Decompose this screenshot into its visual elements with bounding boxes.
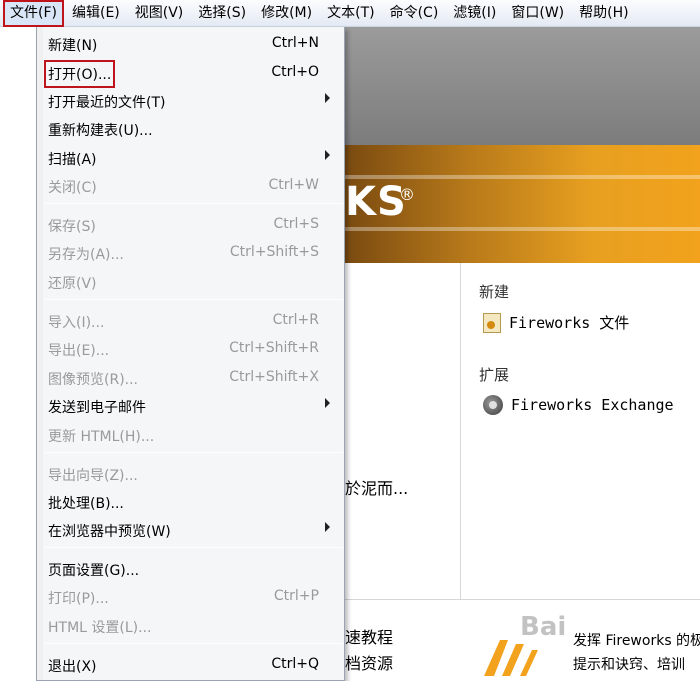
menu-item-save: 保存(S) Ctrl+S bbox=[37, 212, 344, 236]
menu-item-scan-label: 扫描(A) bbox=[48, 152, 97, 168]
menu-item-open-label: 打开(O)... bbox=[43, 60, 116, 88]
menu-item-export: 导出(E)... Ctrl+Shift+R bbox=[37, 336, 344, 360]
menu-item-save-shortcut: Ctrl+S bbox=[273, 216, 319, 232]
menu-window[interactable]: 窗口(W) bbox=[511, 0, 564, 27]
menu-item-page-setup[interactable]: 页面设置(G)... bbox=[37, 556, 344, 580]
menu-item-open-shortcut: Ctrl+O bbox=[271, 64, 319, 80]
menu-item-send-email-label: 发送到电子邮件 bbox=[48, 400, 146, 416]
menu-modify[interactable]: 修改(M) bbox=[261, 0, 312, 27]
exchange-icon bbox=[483, 395, 503, 415]
resources-link[interactable]: 档资源 bbox=[345, 650, 393, 674]
submenu-arrow-icon bbox=[325, 398, 330, 408]
menu-item-close-shortcut: Ctrl+W bbox=[268, 177, 319, 193]
menu-item-revert-label: 还原(V) bbox=[48, 276, 97, 292]
menu-item-save-as-label: 另存为(A)... bbox=[48, 247, 124, 263]
new-heading: 新建 bbox=[479, 283, 510, 301]
new-fireworks-file-link[interactable]: Fireworks 文件 bbox=[483, 312, 629, 333]
menu-item-print-shortcut: Ctrl+P bbox=[273, 588, 319, 604]
menu-text[interactable]: 文本(T) bbox=[327, 0, 374, 27]
menu-item-save-label: 保存(S) bbox=[48, 219, 96, 235]
menu-item-batch-process[interactable]: 批处理(B)... bbox=[37, 489, 344, 513]
menu-item-export-wizard-label: 导出向导(Z)... bbox=[48, 468, 138, 484]
watermark: Bai bbox=[520, 612, 567, 642]
menu-item-export-label: 导出(E)... bbox=[48, 343, 110, 359]
menu-commands[interactable]: 命令(C) bbox=[390, 0, 439, 27]
menu-item-rebuild-table-label: 重新构建表(U)... bbox=[48, 123, 153, 139]
menu-item-image-preview-label: 图像预览(R)... bbox=[48, 372, 139, 388]
menu-view[interactable]: 视图(V) bbox=[135, 0, 184, 27]
menu-item-exit[interactable]: 退出(X) Ctrl+Q bbox=[37, 652, 344, 676]
menu-item-open-recent-label: 打开最近的文件(T) bbox=[48, 95, 166, 111]
registered-mark: ® bbox=[399, 185, 415, 204]
menu-item-image-preview-shortcut: Ctrl+Shift+X bbox=[229, 369, 319, 385]
menu-item-save-as: 另存为(A)... Ctrl+Shift+S bbox=[37, 240, 344, 264]
start-page-header bbox=[345, 27, 700, 145]
menu-item-preview-in-browser-label: 在浏览器中预览(W) bbox=[48, 524, 171, 540]
new-fireworks-file-label: Fireworks 文件 bbox=[509, 314, 630, 332]
menu-item-import: 导入(I)... Ctrl+R bbox=[37, 308, 344, 332]
start-page: KS ® 新建 Fireworks 文件 扩展 Fireworks Exchan… bbox=[345, 27, 700, 681]
menu-item-batch-process-label: 批处理(B)... bbox=[48, 496, 124, 512]
column-divider bbox=[460, 263, 461, 603]
menu-item-open-recent[interactable]: 打开最近的文件(T) bbox=[37, 88, 344, 112]
submenu-arrow-icon bbox=[325, 522, 330, 532]
menu-item-revert: 还原(V) bbox=[37, 269, 344, 293]
menu-help[interactable]: 帮助(H) bbox=[579, 0, 628, 27]
tips-text-line-2: 提示和诀窍、培训 bbox=[573, 657, 685, 673]
menu-item-exit-shortcut: Ctrl+Q bbox=[271, 656, 319, 672]
menu-edit[interactable]: 编辑(E) bbox=[72, 0, 120, 27]
menu-item-new-shortcut: Ctrl+N bbox=[271, 35, 319, 51]
mid-text: 於泥而... bbox=[345, 479, 409, 498]
menu-item-open[interactable]: 打开(O)... Ctrl+O bbox=[37, 60, 344, 88]
menu-separator bbox=[45, 203, 343, 204]
menu-separator bbox=[45, 299, 343, 300]
menu-item-export-shortcut: Ctrl+Shift+R bbox=[229, 340, 319, 356]
fireworks-exchange-link[interactable]: Fireworks Exchange bbox=[483, 395, 674, 415]
menu-item-close: 关闭(C) Ctrl+W bbox=[37, 173, 344, 197]
menu-item-import-shortcut: Ctrl+R bbox=[272, 312, 319, 328]
menu-separator bbox=[45, 547, 343, 548]
tutorials-link[interactable]: 速教程 bbox=[345, 624, 393, 648]
menu-separator bbox=[45, 643, 343, 644]
menu-item-export-wizard: 导出向导(Z)... bbox=[37, 461, 344, 485]
product-logo-text: KS bbox=[345, 179, 407, 225]
menu-separator bbox=[45, 452, 343, 453]
menu-item-send-email[interactable]: 发送到电子邮件 bbox=[37, 393, 344, 417]
fireworks-exchange-label: Fireworks Exchange bbox=[511, 396, 674, 414]
menu-filters[interactable]: 滤镜(I) bbox=[453, 0, 496, 27]
menu-item-save-as-shortcut: Ctrl+Shift+S bbox=[229, 244, 319, 260]
menu-item-import-label: 导入(I)... bbox=[48, 315, 105, 331]
menu-bar: 文件(F) 编辑(E) 视图(V) 选择(S) 修改(M) 文本(T) 命令(C… bbox=[0, 0, 700, 27]
menu-item-update-html-label: 更新 HTML(H)... bbox=[48, 429, 155, 445]
menu-item-exit-label: 退出(X) bbox=[48, 659, 97, 675]
menu-file[interactable]: 文件(F) bbox=[3, 0, 64, 27]
extend-heading: 扩展 bbox=[479, 366, 510, 384]
menu-item-page-setup-label: 页面设置(G)... bbox=[48, 563, 140, 579]
submenu-arrow-icon bbox=[325, 150, 330, 160]
menu-item-html-setup-label: HTML 设置(L)... bbox=[48, 620, 152, 636]
menu-item-image-preview: 图像预览(R)... Ctrl+Shift+X bbox=[37, 365, 344, 389]
menu-item-rebuild-table[interactable]: 重新构建表(U)... bbox=[37, 116, 344, 140]
start-page-banner: KS ® bbox=[345, 145, 700, 263]
menu-item-print: 打印(P)... Ctrl+P bbox=[37, 584, 344, 608]
menu-item-preview-in-browser[interactable]: 在浏览器中预览(W) bbox=[37, 517, 344, 541]
menu-item-print-label: 打印(P)... bbox=[48, 591, 109, 607]
menu-item-update-html: 更新 HTML(H)... bbox=[37, 422, 344, 446]
menu-select[interactable]: 选择(S) bbox=[198, 0, 246, 27]
submenu-arrow-icon bbox=[325, 93, 330, 103]
fireworks-file-icon bbox=[483, 312, 501, 333]
menu-item-scan[interactable]: 扫描(A) bbox=[37, 145, 344, 169]
menu-item-close-label: 关闭(C) bbox=[48, 180, 97, 196]
file-menu-dropdown: 新建(N) Ctrl+N 打开(O)... Ctrl+O 打开最近的文件(T) … bbox=[36, 27, 345, 681]
menu-item-new[interactable]: 新建(N) Ctrl+N bbox=[37, 31, 344, 55]
menu-item-html-setup: HTML 设置(L)... bbox=[37, 613, 344, 637]
menu-item-new-label: 新建(N) bbox=[48, 38, 98, 54]
